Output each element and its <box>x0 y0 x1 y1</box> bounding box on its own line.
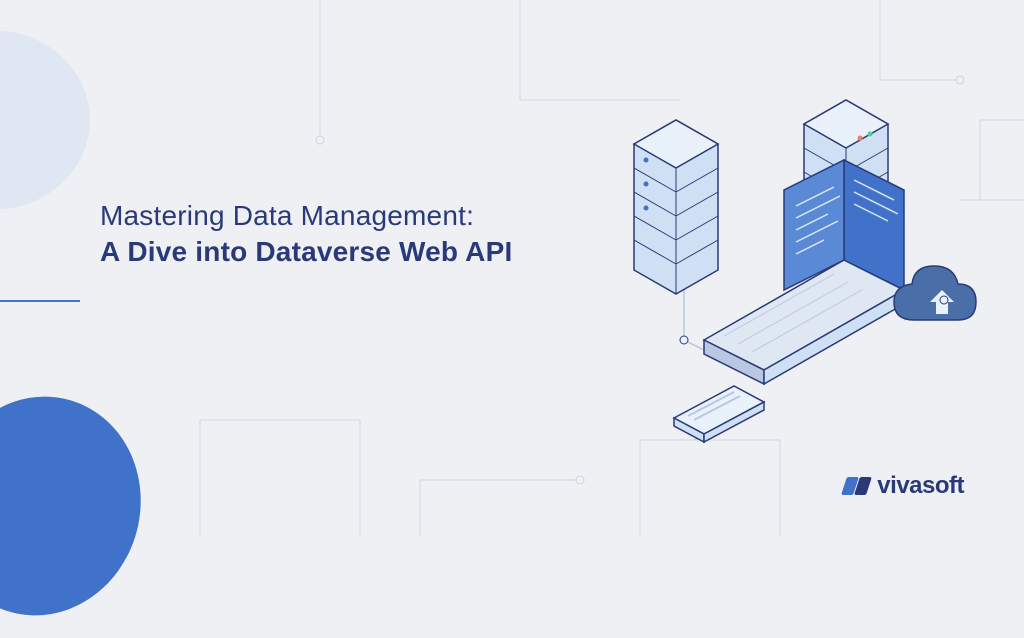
decorative-blob-top-left <box>0 30 90 210</box>
laptop-icon <box>704 160 904 384</box>
brand-mark-icon <box>844 477 869 495</box>
decorative-blob-bottom-left <box>0 374 165 638</box>
server-tower-left-icon <box>634 120 718 294</box>
heading-line-1: Mastering Data Management: <box>100 200 580 232</box>
brand-logo: vivasoft <box>844 472 964 500</box>
brand-name: vivasoft <box>877 472 964 500</box>
cloud-upload-icon <box>894 266 976 320</box>
smartphone-icon <box>674 386 764 442</box>
heading-line-2: A Dive into Dataverse Web API <box>100 236 580 268</box>
page-heading: Mastering Data Management: A Dive into D… <box>100 200 580 268</box>
hero-illustration <box>604 80 984 460</box>
accent-horizontal-rule <box>0 300 80 302</box>
